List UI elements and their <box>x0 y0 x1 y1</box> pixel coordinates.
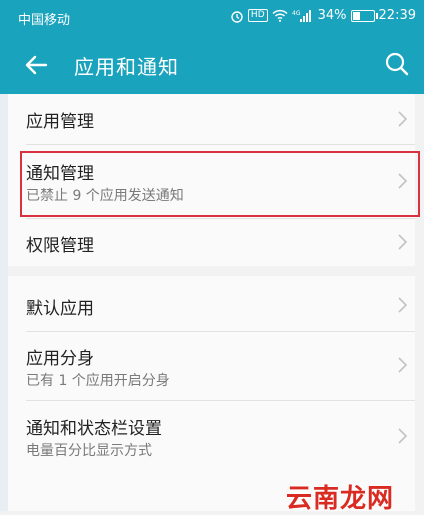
settings-item-subtitle: 已有 1 个应用开启分身 <box>26 373 170 389</box>
network-type: 4G <box>292 10 301 17</box>
battery-icon <box>350 9 378 22</box>
settings-item-label: 默认应用 <box>26 299 94 319</box>
chevron-right-icon <box>398 234 408 250</box>
chevron-right-icon <box>398 357 408 373</box>
watermark: 云南龙网 <box>286 484 395 514</box>
settings-item-label: 应用分身 <box>26 349 94 369</box>
status-bar: 中国移动 HD 4G 34% 22:39 <box>0 0 424 36</box>
chevron-right-icon <box>398 111 408 127</box>
page-title: 应用和通知 <box>74 55 179 79</box>
settings-item-label: 应用管理 <box>26 112 94 132</box>
settings-item-notification-statusbar[interactable]: 通知和状态栏设置 电量百分比显示方式 <box>8 401 415 471</box>
settings-group-advanced: 默认应用 应用分身 已有 1 个应用开启分身 通知和状态栏设置 电量百分比显示方… <box>8 276 415 511</box>
settings-item-permission-management[interactable]: 权限管理 <box>8 219 415 266</box>
carrier-name: 中国移动 <box>18 13 71 28</box>
clock: 22:39 <box>378 8 416 23</box>
wifi-icon <box>272 9 288 22</box>
settings-item-app-management[interactable]: 应用管理 <box>8 94 415 144</box>
settings-item-label: 通知和状态栏设置 <box>26 419 162 439</box>
signal-icon: 4G <box>292 9 314 23</box>
settings-item-label: 权限管理 <box>26 236 94 256</box>
battery-percent: 34% <box>317 8 347 23</box>
settings-item-app-twin[interactable]: 应用分身 已有 1 个应用开启分身 <box>8 332 415 400</box>
alarm-icon <box>230 9 244 23</box>
chevron-right-icon <box>398 428 408 444</box>
battery-fill <box>352 11 360 20</box>
settings-item-default-apps[interactable]: 默认应用 <box>8 276 415 331</box>
chevron-right-icon <box>398 297 408 313</box>
settings-item-subtitle: 电量百分比显示方式 <box>26 443 152 459</box>
app-bar: 应用和通知 <box>0 36 424 94</box>
left-edge <box>0 94 8 511</box>
back-arrow-icon[interactable] <box>22 50 52 80</box>
highlight-box <box>20 151 420 217</box>
status-icons: HD 4G 34% 22:39 <box>230 8 416 23</box>
hd-icon: HD <box>247 9 268 22</box>
search-icon[interactable] <box>382 49 412 79</box>
